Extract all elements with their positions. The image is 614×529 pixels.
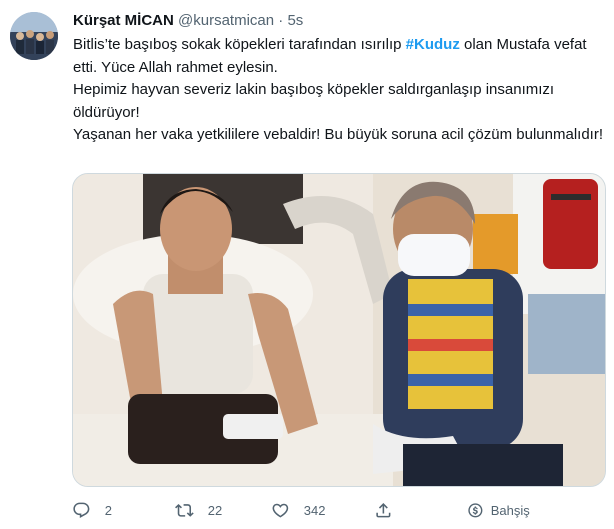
separator-dot: · bbox=[278, 12, 284, 29]
tweet-header: Kürşat MİCAN @kursatmican · 5s bbox=[73, 11, 303, 31]
like-button[interactable]: 342 bbox=[271, 498, 325, 522]
heart-icon bbox=[272, 503, 289, 518]
reply-icon bbox=[73, 502, 90, 518]
retweet-button[interactable]: 22 bbox=[175, 498, 222, 522]
share-icon bbox=[376, 502, 391, 518]
tweet-line-3: Yaşanan her vaka yetkililere vebaldir! B… bbox=[73, 126, 603, 143]
action-bar: 2 22 342 Bahşiş bbox=[72, 498, 604, 522]
tip-icon bbox=[468, 502, 483, 518]
hashtag-link[interactable]: #Kuduz bbox=[406, 36, 460, 53]
retweet-icon bbox=[175, 503, 194, 517]
tweet-line-1: Bitlis’te başıboş sokak köpekleri tarafı… bbox=[73, 34, 603, 79]
avatar[interactable] bbox=[10, 12, 58, 60]
tweet-text-part1: Bitlis’te başıboş sokak köpekleri tarafı… bbox=[73, 36, 406, 53]
author-handle[interactable]: @kursatmican bbox=[178, 12, 274, 29]
author-name[interactable]: Kürşat MİCAN bbox=[73, 12, 174, 29]
tweet-photo[interactable] bbox=[72, 173, 606, 487]
retweet-count: 22 bbox=[207, 502, 223, 518]
tweet-line-2: Hepimiz hayvan severiz lakin başıboş köp… bbox=[73, 81, 555, 121]
timestamp[interactable]: 5s bbox=[287, 12, 303, 29]
tip-label: Bahşiş bbox=[490, 502, 530, 518]
reply-button[interactable]: 2 bbox=[72, 498, 112, 522]
like-count: 342 bbox=[303, 502, 326, 518]
share-button[interactable] bbox=[374, 498, 393, 522]
reply-count: 2 bbox=[104, 502, 112, 518]
tip-button[interactable]: Bahşiş bbox=[466, 498, 530, 522]
tweet-text: Bitlis’te başıboş sokak köpekleri tarafı… bbox=[73, 34, 603, 147]
